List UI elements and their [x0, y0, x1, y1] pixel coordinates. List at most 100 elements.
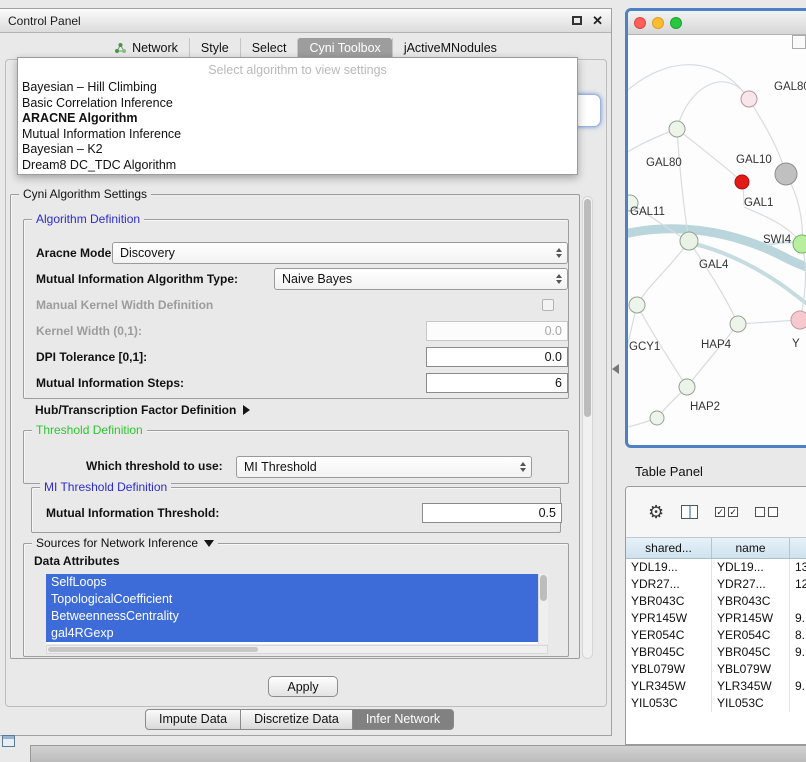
- table-row[interactable]: YLR345W YLR345W 9.: [626, 678, 806, 695]
- mi-type-select[interactable]: Naive Bayes: [274, 268, 568, 290]
- sources-title[interactable]: Sources for Network Inference: [32, 536, 218, 550]
- tab-select[interactable]: Select: [240, 38, 298, 59]
- updown-arrows-icon: [554, 274, 564, 284]
- list-item[interactable]: gal4RGexp: [46, 625, 538, 642]
- select-all-icon[interactable]: ✓✓: [715, 507, 738, 517]
- dpi-tolerance-input[interactable]: 0.0: [426, 347, 568, 367]
- close-traffic-light[interactable]: [634, 17, 646, 29]
- graph-node[interactable]: [680, 232, 698, 250]
- zoom-traffic-light[interactable]: [670, 17, 682, 29]
- tab-impute-data[interactable]: Impute Data: [145, 709, 241, 730]
- graph-node[interactable]: [650, 411, 664, 425]
- table-row[interactable]: YDR27... YDR27... 12: [626, 576, 806, 593]
- dropdown-option[interactable]: Basic Correlation Inference: [18, 96, 577, 112]
- apply-button[interactable]: Apply: [268, 676, 338, 697]
- network-graph[interactable]: GAL80 GAL80 GAL10 GAL11 GAL1 SWI4 GAL4 G…: [628, 35, 806, 445]
- graph-node[interactable]: [669, 121, 685, 137]
- network-canvas[interactable]: GAL80 GAL80 GAL10 GAL11 GAL1 SWI4 GAL4 G…: [628, 35, 806, 445]
- panel-tab-bar: Network Style Select Cyni Toolbox jActiv…: [0, 37, 611, 59]
- gear-icon[interactable]: ⚙: [648, 503, 664, 521]
- scrollbar-button[interactable]: [792, 35, 806, 49]
- dropdown-option[interactable]: Bayesian – Hill Climbing: [18, 80, 577, 96]
- list-vertical-scrollbar[interactable]: [538, 574, 548, 644]
- column-header-name[interactable]: name: [712, 538, 790, 558]
- column-header-third[interactable]: [790, 538, 806, 558]
- settings-scrollbar[interactable]: [582, 196, 593, 659]
- tab-cyni-toolbox[interactable]: Cyni Toolbox: [297, 38, 391, 59]
- scrollbar-thumb[interactable]: [584, 199, 591, 417]
- list-item[interactable]: BetweennessCentrality: [46, 608, 538, 625]
- cell: YPR145W: [626, 610, 712, 627]
- node-label: SWI4: [763, 234, 792, 246]
- show-columns-icon[interactable]: [681, 505, 698, 519]
- dropdown-option[interactable]: Mutual Information Inference: [18, 127, 577, 143]
- node-label: GAL80: [646, 157, 682, 169]
- kernel-width-input[interactable]: 0.0: [426, 321, 568, 341]
- mi-threshold-input[interactable]: 0.5: [422, 503, 562, 523]
- table-row[interactable]: YBL079W YBL079W: [626, 661, 806, 678]
- graph-node[interactable]: [735, 175, 749, 189]
- tab-label: Style: [201, 41, 229, 55]
- tab-style[interactable]: Style: [189, 38, 240, 59]
- manual-kernel-label: Manual Kernel Width Definition: [36, 294, 213, 316]
- expand-right-arrow-icon: [243, 405, 250, 415]
- minimized-panel-icon[interactable]: [2, 735, 15, 747]
- close-icon[interactable]: ✕: [592, 14, 603, 27]
- bottom-panel-edge: [30, 745, 806, 762]
- table-row[interactable]: YBR045C YBR045C 9.: [626, 644, 806, 661]
- graph-node[interactable]: [775, 163, 797, 185]
- table-toolbar: ⚙ ✓✓: [626, 487, 806, 537]
- tab-discretize-data[interactable]: Discretize Data: [241, 709, 353, 730]
- cell: 13: [790, 559, 806, 576]
- table-row[interactable]: YBR043C YBR043C: [626, 593, 806, 610]
- graph-node[interactable]: [793, 235, 806, 253]
- cell: YDR27...: [712, 576, 790, 593]
- scrollbar-thumb[interactable]: [540, 575, 547, 601]
- data-attributes-list[interactable]: SelfLoops TopologicalCoefficient Between…: [46, 574, 548, 644]
- table-row[interactable]: YIL053C YIL053C: [626, 695, 806, 712]
- cell: 9.: [790, 644, 806, 661]
- list-item[interactable]: TopologicalCoefficient: [46, 591, 538, 608]
- float-window-icon[interactable]: [572, 16, 582, 25]
- graph-node[interactable]: [741, 91, 757, 107]
- dropdown-option[interactable]: Bayesian – K2: [18, 142, 577, 158]
- hub-section-toggle[interactable]: Hub/Transcription Factor Definition: [35, 401, 250, 419]
- graph-node[interactable]: [730, 316, 746, 332]
- tab-infer-network[interactable]: Infer Network: [353, 709, 454, 730]
- hub-section-label: Hub/Transcription Factor Definition: [35, 399, 236, 421]
- mi-steps-label: Mutual Information Steps:: [36, 372, 184, 394]
- graph-node[interactable]: [679, 379, 695, 395]
- cell: YBL079W: [712, 661, 790, 678]
- list-horizontal-scrollbar[interactable]: [46, 645, 548, 654]
- kernel-width-label: Kernel Width (0,1):: [36, 320, 142, 342]
- cell: YBR043C: [712, 593, 790, 610]
- table-row[interactable]: YDL19... YDL19... 13: [626, 559, 806, 576]
- table-row[interactable]: YER054C YER054C 8.: [626, 627, 806, 644]
- tab-jactivemnodules[interactable]: jActiveMNodules: [392, 38, 508, 59]
- mi-steps-input[interactable]: 6: [426, 373, 568, 393]
- column-header-shared-name[interactable]: shared...: [626, 538, 712, 558]
- graph-node[interactable]: [791, 311, 806, 329]
- dropdown-option-selected[interactable]: ARACNE Algorithm: [18, 111, 577, 127]
- table-row[interactable]: YPR145W YPR145W 9.: [626, 610, 806, 627]
- collapse-down-arrow-icon: [204, 540, 214, 547]
- aracne-mode-label: Aracne Mode:: [36, 242, 115, 264]
- which-threshold-select[interactable]: MI Threshold: [236, 456, 532, 478]
- mi-threshold-definition-group: MI Threshold Definition Mutual Informati…: [31, 487, 561, 533]
- list-item[interactable]: SelfLoops: [46, 574, 538, 591]
- cell: YDR27...: [626, 576, 712, 593]
- node-label: GCY1: [629, 341, 660, 353]
- sources-group: Sources for Network Inference Data Attri…: [23, 543, 569, 657]
- data-attributes-label: Data Attributes: [34, 550, 120, 572]
- aracne-mode-select[interactable]: Discovery: [112, 242, 568, 264]
- updown-arrows-icon: [518, 462, 528, 472]
- minimize-traffic-light[interactable]: [652, 17, 664, 29]
- scrollbar-thumb[interactable]: [48, 647, 258, 652]
- tab-network[interactable]: Network: [103, 38, 189, 59]
- dropdown-option[interactable]: Dream8 DC_TDC Algorithm: [18, 158, 577, 174]
- unselect-all-icon[interactable]: [755, 507, 778, 517]
- cell: 12: [790, 576, 806, 593]
- manual-kernel-checkbox[interactable]: [542, 299, 554, 311]
- splitter-collapse-arrow[interactable]: [612, 364, 619, 374]
- graph-node[interactable]: [629, 297, 645, 313]
